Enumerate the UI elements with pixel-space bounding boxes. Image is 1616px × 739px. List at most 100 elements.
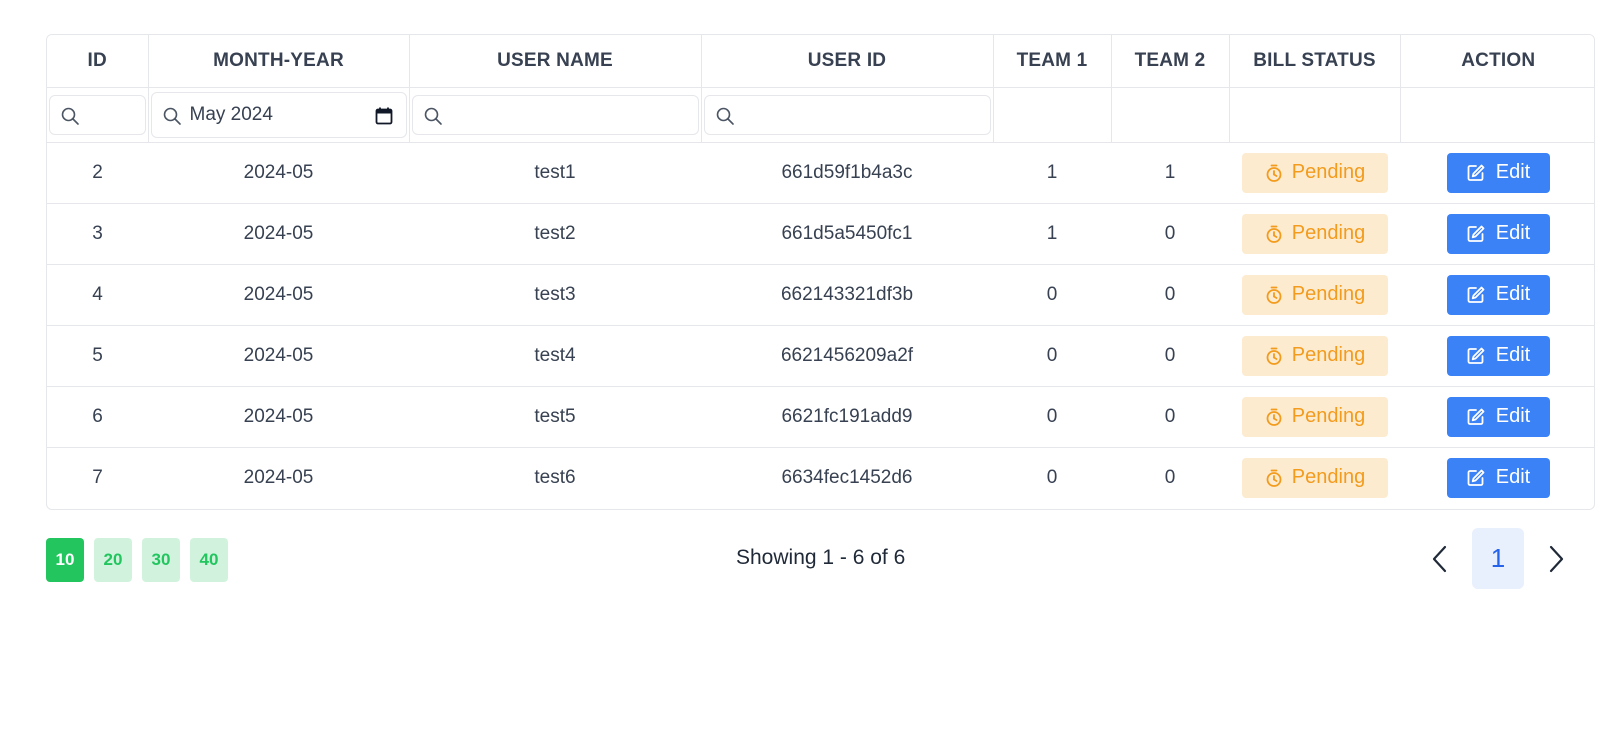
status-label: Pending	[1291, 222, 1366, 244]
cell-id: 3	[47, 203, 148, 265]
stopwatch-icon	[1266, 469, 1282, 487]
edit-icon	[1467, 225, 1485, 242]
edit-button[interactable]: Edit	[1446, 213, 1550, 254]
cell-bill-status: Pending	[1229, 447, 1400, 508]
header-bill-status[interactable]: BILL STATUS	[1229, 35, 1401, 88]
cell-team-1: 0	[1046, 466, 1058, 488]
edit-icon	[1467, 164, 1485, 181]
search-icon	[61, 107, 79, 125]
cell-user-id: 661d59f1b4a3c	[701, 142, 993, 204]
edit-label: Edit	[1495, 161, 1531, 183]
prev-page-button[interactable]	[1420, 539, 1460, 579]
status-badge: Pending	[1241, 396, 1388, 437]
cell-action: Edit	[1400, 325, 1594, 387]
user-name-filter[interactable]	[411, 94, 699, 135]
cell-team-1: 1	[993, 142, 1111, 204]
cell-user-name: test1	[409, 142, 701, 204]
cell-user-name: test5	[409, 386, 701, 448]
filter-cell-month	[148, 87, 410, 143]
cell-user-name: test6	[534, 466, 576, 488]
cell-id: 6	[47, 386, 148, 448]
filter-cell-userid	[701, 87, 994, 143]
bills-table: ID MONTH-YEAR USER NAME USER ID TEAM 1 T…	[46, 34, 1595, 510]
header-team-2[interactable]: TEAM 2	[1111, 35, 1230, 88]
header-user-name[interactable]: USER NAME	[409, 35, 702, 88]
stopwatch-icon	[1266, 347, 1282, 365]
edit-label: Edit	[1495, 466, 1531, 489]
cell-team-1: 1	[993, 203, 1111, 265]
table-row: 6 2024-05 test5 6621fc191add9 0 0 Pendin…	[47, 386, 1594, 448]
cell-team-2: 1	[1111, 142, 1229, 204]
cell-team-2: 0	[1111, 325, 1229, 387]
edit-button[interactable]: Edit	[1446, 152, 1550, 193]
page-size-20-button[interactable]: 20	[94, 538, 132, 582]
page-button-current[interactable]: 1	[1472, 528, 1524, 589]
edit-label: Edit	[1495, 344, 1531, 366]
cell-action: Edit	[1400, 264, 1594, 326]
cell-id: 7	[92, 466, 103, 488]
cell-user-name: test2	[409, 203, 701, 265]
table-row: 3 2024-05 test2 661d5a5450fc1 1 0 Pendin…	[47, 203, 1594, 265]
cell-action: Edit	[1400, 386, 1594, 448]
id-filter-input[interactable]	[88, 103, 145, 126]
search-icon	[163, 107, 181, 125]
status-badge: Pending	[1241, 152, 1388, 193]
next-page-button[interactable]	[1536, 539, 1576, 579]
edit-button[interactable]: Edit	[1446, 457, 1550, 498]
cell-id: 2	[47, 142, 148, 204]
showing-count: Showing 1 - 6 of 6	[736, 546, 906, 569]
cell-month-year: 2024-05	[148, 325, 409, 387]
header-id[interactable]: ID	[47, 35, 149, 88]
cell-id: 5	[47, 325, 148, 387]
filter-cell-team1	[993, 87, 1112, 143]
status-badge: Pending	[1241, 213, 1388, 254]
filter-cell-username	[409, 87, 702, 143]
edit-label: Edit	[1495, 222, 1531, 244]
edit-button[interactable]: Edit	[1446, 396, 1550, 437]
edit-icon	[1467, 408, 1485, 425]
header-month-year[interactable]: MONTH-YEAR	[148, 35, 410, 88]
edit-button[interactable]: Edit	[1446, 274, 1550, 315]
edit-icon	[1467, 347, 1485, 364]
table-row: 4 2024-05 test3 662143321df3b 0 0 Pendin…	[47, 264, 1594, 326]
header-team-1[interactable]: TEAM 1	[993, 35, 1112, 88]
chevron-right-icon	[1549, 545, 1564, 572]
chevron-left-icon	[1432, 545, 1447, 572]
status-label: Pending	[1291, 466, 1366, 489]
cell-month-year: 2024-05	[148, 264, 409, 326]
cell-user-id: 6634fec1452d6	[781, 466, 913, 488]
status-badge: Pending	[1241, 274, 1388, 315]
month-year-filter[interactable]	[150, 91, 407, 138]
id-filter[interactable]	[49, 94, 146, 135]
user-name-input[interactable]	[450, 103, 698, 126]
user-id-filter[interactable]	[703, 94, 991, 135]
filter-row	[47, 87, 1594, 143]
search-icon	[424, 107, 442, 125]
page-size-30-button[interactable]: 30	[142, 538, 180, 582]
search-icon	[716, 107, 734, 125]
data-table: ID MONTH-YEAR USER NAME USER ID TEAM 1 T…	[47, 35, 1594, 508]
cell-user-id: 6621fc191add9	[701, 386, 993, 448]
cell-id: 4	[47, 264, 148, 326]
cell-team-2: 0	[1111, 203, 1229, 265]
cell-action: Edit	[1400, 203, 1594, 265]
cell-user-id: 662143321df3b	[701, 264, 993, 326]
status-label: Pending	[1291, 283, 1366, 305]
cell-user-id: 6621456209a2f	[701, 325, 993, 387]
header-user-id[interactable]: USER ID	[701, 35, 994, 88]
cell-month-year: 2024-05	[148, 203, 409, 265]
header-row: ID MONTH-YEAR USER NAME USER ID TEAM 1 T…	[47, 35, 1594, 88]
edit-button[interactable]: Edit	[1446, 335, 1550, 376]
page-size-40-button[interactable]: 40	[190, 538, 228, 582]
status-label: Pending	[1291, 344, 1366, 366]
calendar-icon[interactable]	[374, 106, 394, 126]
header-action: ACTION	[1400, 35, 1594, 88]
edit-icon	[1467, 469, 1485, 486]
edit-label: Edit	[1495, 405, 1531, 427]
table-body: 2 2024-05 test1 661d59f1b4a3c 1 1 Pendin…	[47, 142, 1594, 508]
cell-team-2: 0	[1111, 264, 1229, 326]
page-size-10-button[interactable]: 10	[46, 538, 84, 582]
table-row: 7 2024-05 test6 6634fec1452d6 0 0 Pendin…	[47, 447, 1594, 508]
user-id-input[interactable]	[742, 103, 990, 126]
cell-user-id: 661d5a5450fc1	[701, 203, 993, 265]
